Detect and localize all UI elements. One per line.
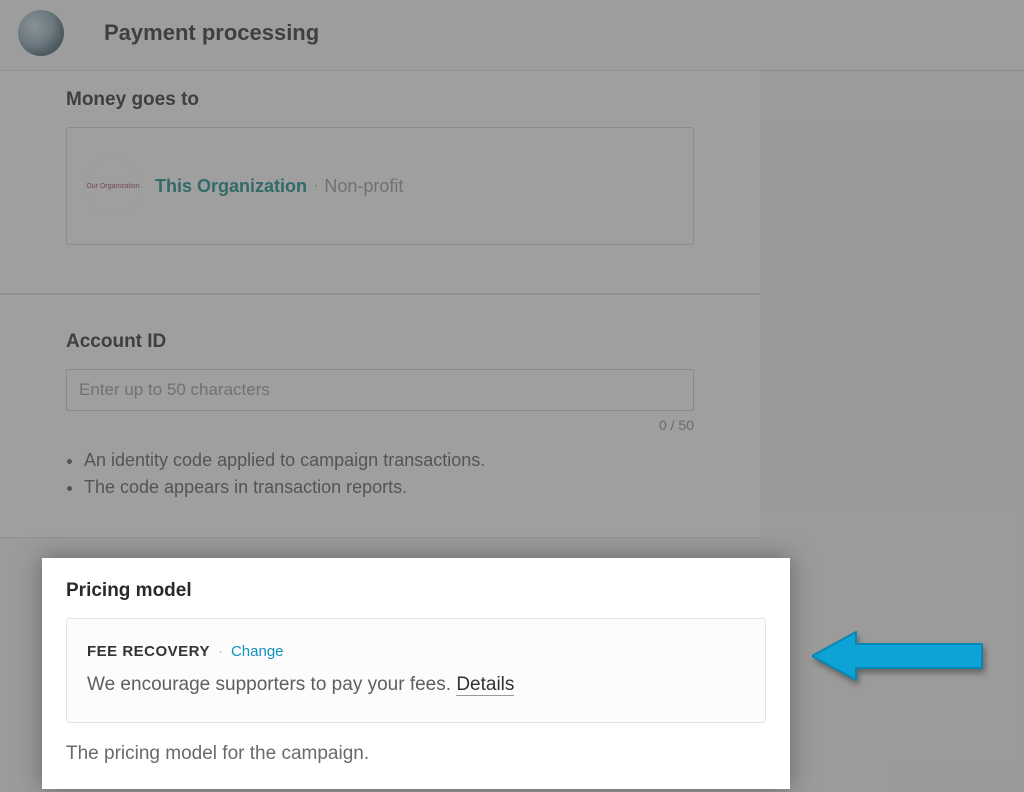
pricing-model-row: FEE RECOVERY · Change	[87, 643, 745, 660]
list-item: The code appears in transaction reports.	[84, 474, 694, 501]
money-goes-to-section: Money goes to Our Organization This Orga…	[0, 71, 760, 293]
change-link[interactable]: Change	[231, 643, 284, 660]
account-id-help-list: An identity code applied to campaign tra…	[84, 447, 694, 501]
separator-dot: ·	[218, 643, 223, 660]
callout-arrow-icon	[812, 626, 992, 698]
organization-logo: Our Organization	[85, 158, 141, 214]
pricing-model-panel: Pricing model FEE RECOVERY · Change We e…	[42, 558, 790, 789]
organization-type: Non-profit	[324, 176, 403, 197]
pricing-model-description: We encourage supporters to pay your fees…	[87, 674, 745, 696]
money-heading: Money goes to	[66, 89, 694, 111]
organization-name: This Organization	[155, 176, 307, 197]
page-title: Payment processing	[104, 20, 319, 46]
avatar[interactable]	[18, 10, 64, 56]
list-item: An identity code applied to campaign tra…	[84, 447, 694, 474]
pricing-caption: The pricing model for the campaign.	[66, 743, 766, 765]
details-link[interactable]: Details	[456, 674, 514, 696]
account-id-section: Account ID 0 / 50 An identity code appli…	[0, 294, 760, 538]
separator-dot: ·	[313, 177, 318, 195]
pricing-heading: Pricing model	[66, 580, 766, 602]
account-id-input[interactable]	[66, 369, 694, 411]
account-id-heading: Account ID	[66, 331, 694, 353]
organization-card[interactable]: Our Organization This Organization · Non…	[66, 127, 694, 245]
page-header: Payment processing	[0, 0, 1024, 71]
pricing-model-name: FEE RECOVERY	[87, 643, 210, 660]
character-counter: 0 / 50	[66, 417, 694, 433]
pricing-model-card: FEE RECOVERY · Change We encourage suppo…	[66, 618, 766, 723]
pricing-description-text: We encourage supporters to pay your fees…	[87, 674, 456, 695]
